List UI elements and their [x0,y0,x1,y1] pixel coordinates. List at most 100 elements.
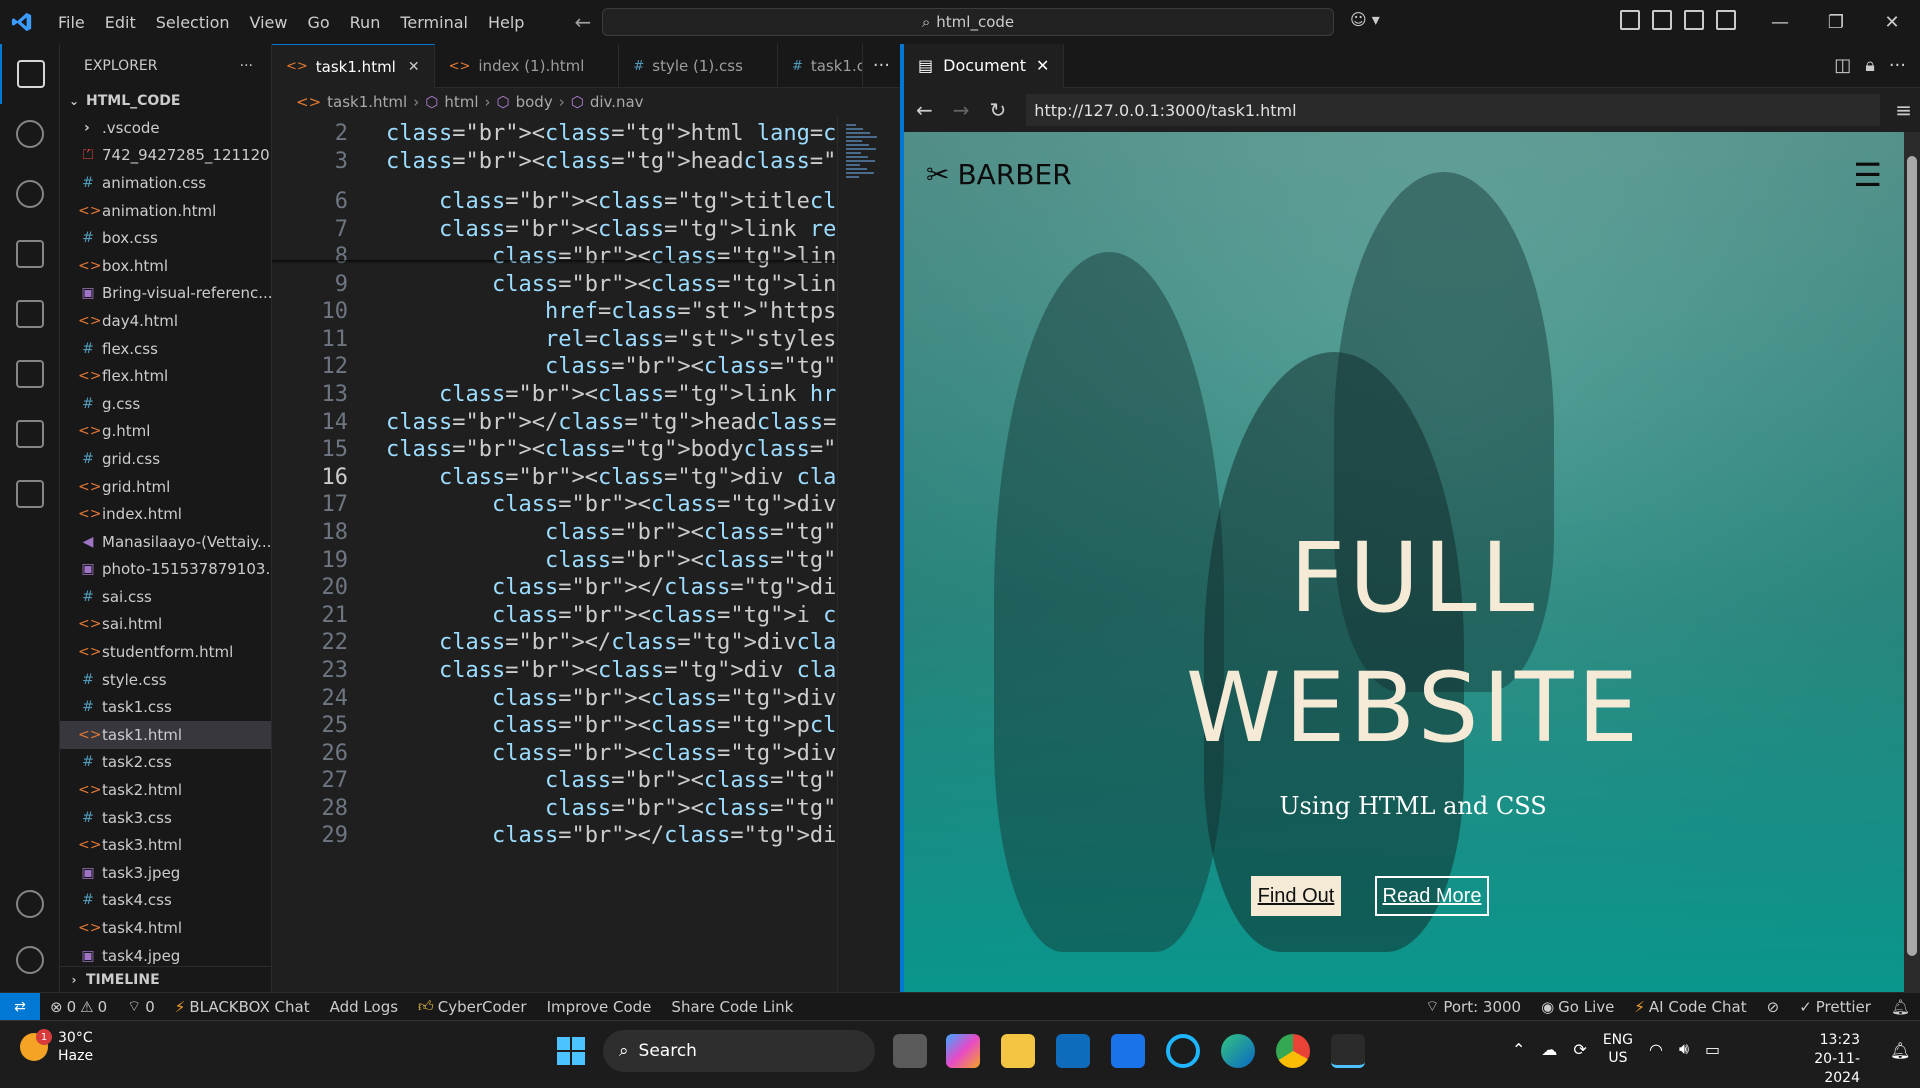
file-item[interactable]: ▣ task3.jpeg [60,859,271,887]
taskbar-search[interactable]: ⌕ Search [603,1030,875,1072]
scrollbar-thumb[interactable] [1907,156,1917,956]
file-item[interactable]: # task1.css [60,693,271,721]
file-item[interactable]: <> task1.html [60,721,271,749]
windows-start-icon[interactable] [557,1037,585,1065]
file-item[interactable]: <> task2.html [60,776,271,804]
notification-center-icon[interactable]: 🔔︎ [1890,1041,1910,1060]
close-icon[interactable]: ✕ [1036,56,1049,75]
timeline-section[interactable]: › TIMELINE [60,966,271,992]
file-item[interactable]: ▣ photo-151537879103... [60,556,271,584]
file-item[interactable]: <> sai.html [60,611,271,639]
minimap[interactable] [837,116,892,992]
reload-icon[interactable]: ↻ [990,98,1007,122]
prettier-item[interactable]: ✓ Prettier [1789,997,1881,1016]
preview-scrollbar[interactable] [1904,132,1920,992]
file-item[interactable]: ⏍ 742_9427285_121120... [60,142,271,170]
file-item[interactable]: # task2.css [60,749,271,777]
toggle-secondary-sidebar-icon[interactable] [1684,10,1704,30]
menu-icon[interactable]: ≡ [1895,98,1912,122]
more-actions-icon[interactable]: ··· [240,58,253,74]
wifi-icon[interactable]: ◠ [1649,1040,1663,1059]
file-item[interactable]: # style.css [60,666,271,694]
file-item[interactable]: <> flex.html [60,362,271,390]
file-item[interactable]: <> g.html [60,418,271,446]
port-item[interactable]: ⌔ Port: 3000 [1415,997,1531,1016]
back-arrow-icon[interactable]: ← [916,98,933,122]
file-item[interactable]: # g.css [60,390,271,418]
remote-explorer-activity[interactable] [0,344,60,404]
forward-arrow-icon[interactable]: → [953,98,970,122]
search-activity[interactable] [0,104,60,164]
weather-widget[interactable]: 1 30°C Haze [20,1029,93,1065]
tab-task1-css[interactable]: # task1.css [778,44,863,88]
microsoft-store-icon[interactable] [1056,1034,1090,1068]
blackbox-activity[interactable] [0,464,60,524]
problems-indicator[interactable]: ⊗ 0 ⚠ 0 [40,998,117,1016]
tab-task1-html[interactable]: <> task1.html ✕ [272,44,435,88]
hamburger-menu-icon[interactable]: ☰ [1853,156,1882,194]
menu-view[interactable]: View [240,13,298,32]
cybercoder-item[interactable]: 👍︎ CyberCoder [408,997,537,1016]
split-editor-icon[interactable]: ◫ [1834,55,1851,76]
go-live-item[interactable]: ◉ Go Live [1531,997,1624,1016]
breadcrumb-file[interactable]: task1.html [327,93,407,111]
minimize-icon[interactable]: — [1752,0,1808,44]
battery-icon[interactable]: ▭ [1705,1040,1720,1059]
explorer-activity[interactable] [0,44,60,104]
remote-indicator-icon[interactable]: ⇄ [0,992,40,1021]
menu-go[interactable]: Go [297,13,339,32]
cortana-icon[interactable] [1166,1034,1200,1068]
file-item[interactable]: <> index.html [60,500,271,528]
sync-icon[interactable]: ⟳ [1573,1040,1586,1059]
close-icon[interactable]: ✕ [408,59,420,75]
file-item[interactable]: <> box.html [60,252,271,280]
menu-terminal[interactable]: Terminal [390,13,478,32]
source-control-activity[interactable] [0,164,60,224]
file-item[interactable]: › .vscode [60,114,271,142]
breadcrumb-body[interactable]: body [516,93,553,111]
l-app-icon[interactable] [1111,1034,1145,1068]
task-view-icon[interactable] [893,1034,927,1068]
file-item[interactable]: <> animation.html [60,197,271,225]
language-indicator[interactable]: ENG US [1603,1031,1633,1067]
manage-activity[interactable] [0,930,60,990]
chat-activity[interactable] [0,404,60,464]
run-debug-activity[interactable] [0,224,60,284]
file-item[interactable]: <> day4.html [60,307,271,335]
tab-style-1-css[interactable]: # style (1).css [619,44,778,88]
volume-icon[interactable]: 🔊︎ [1679,1039,1689,1059]
file-item[interactable]: <> grid.html [60,473,271,501]
vscode-taskbar-icon[interactable] [1331,1034,1365,1068]
find-out-button[interactable]: Find Out [1251,876,1341,916]
ai-code-chat-item[interactable]: ⚡ AI Code Chat [1624,997,1756,1016]
code-line[interactable]: 29 class="br"></class="tg">divclass="br"… [272,818,838,852]
back-arrow-icon[interactable]: ← [574,10,591,34]
code-line[interactable]: 3 class="br"><class="tg">headclass="br">> [272,144,837,178]
menu-help[interactable]: Help [478,13,534,32]
lock-icon[interactable]: 🔒︎ [1865,55,1875,76]
file-item[interactable]: <> task3.html [60,831,271,859]
tab-index-1-html[interactable]: <> index (1).html [435,44,620,88]
site-logo[interactable]: ✂ BARBER [926,158,1072,191]
file-item[interactable]: # task4.css [60,887,271,915]
breadcrumb-div-nav[interactable]: div.nav [590,93,644,111]
file-item[interactable]: # grid.css [60,445,271,473]
share-code-link-item[interactable]: Share Code Link [661,998,803,1016]
toggle-panel-icon[interactable] [1652,10,1672,30]
url-input[interactable]: http://127.0.0.1:3000/task1.html [1026,94,1880,126]
restore-icon[interactable]: ❐ [1808,0,1864,44]
command-center-search[interactable]: ⌕ html_code [602,8,1334,36]
customize-layout-icon[interactable] [1716,10,1736,30]
onedrive-icon[interactable]: ☁ [1541,1040,1557,1059]
copilot-app-icon[interactable] [946,1034,980,1068]
file-explorer-icon[interactable] [1001,1034,1035,1068]
file-item[interactable]: <> task4.html [60,914,271,942]
breadcrumb-html[interactable]: html [444,93,478,111]
more-actions-icon[interactable]: ··· [1889,55,1906,76]
chrome-icon[interactable] [1276,1034,1310,1068]
code-editor[interactable]: 2 class="br"><class="tg">html lang=class=… [272,116,837,992]
menu-file[interactable]: File [48,13,95,32]
improve-code-item[interactable]: Improve Code [537,998,662,1016]
menu-run[interactable]: Run [340,13,391,32]
file-item[interactable]: # animation.css [60,169,271,197]
